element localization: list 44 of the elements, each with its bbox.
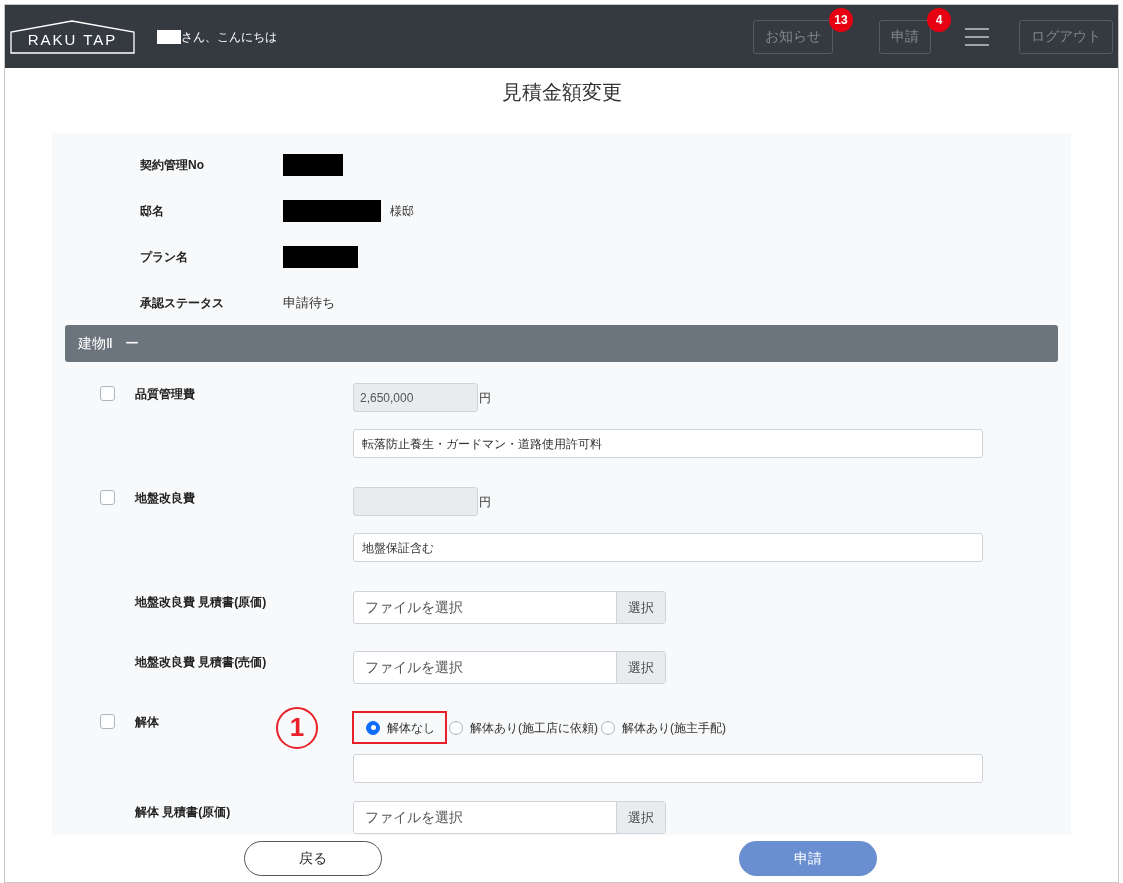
radio-option[interactable]: 解体あり(施主手配): [600, 711, 727, 744]
field-label: 解体: [135, 714, 159, 731]
file-field[interactable]: ファイルを選択 選択: [353, 591, 666, 624]
status-text: 申請待ち: [283, 294, 335, 313]
redacted-block: [283, 154, 343, 176]
menu-icon[interactable]: [965, 27, 989, 46]
note-field[interactable]: [353, 754, 983, 783]
annotation-marker: 1: [276, 706, 318, 749]
greeting-text: さん、こんにちは: [181, 28, 277, 46]
radio-option[interactable]: 解体あり(施工店に依頼): [448, 711, 599, 744]
collapse-toggle[interactable]: ー: [125, 333, 139, 354]
section-header[interactable]: 建物Ⅱ ー: [65, 325, 1058, 362]
unit-text: 円: [479, 389, 491, 407]
unit-text: 円: [479, 493, 491, 511]
browse-button[interactable]: 選択: [616, 652, 665, 683]
field-label: プラン名: [140, 249, 189, 266]
back-button[interactable]: 戻る: [244, 841, 382, 876]
page-title: 見積金額変更: [501, 80, 622, 105]
field-label: 承認ステータス: [140, 295, 225, 312]
field-label: 解体 見積書(原価): [135, 804, 231, 821]
field-label: 地盤改良費 見積書(売価): [135, 654, 267, 671]
file-field[interactable]: ファイルを選択 選択: [353, 801, 666, 834]
checkbox[interactable]: [100, 386, 115, 401]
field-label: 地盤改良費 見積書(原価): [135, 594, 267, 611]
field-label: 地盤改良費: [135, 490, 195, 507]
note-field[interactable]: 転落防止養生・ガードマン・道路使用許可料: [353, 429, 983, 458]
suffix-text: 様邸: [390, 203, 414, 220]
logo[interactable]: RAKU TAP: [10, 19, 135, 54]
field-label: 契約管理No: [140, 157, 205, 174]
amount-field[interactable]: 2,650,000: [353, 383, 478, 412]
checkbox[interactable]: [100, 490, 115, 505]
count-badge: 4: [927, 7, 951, 32]
section-title: 建物Ⅱ: [78, 334, 113, 353]
radio-option[interactable]: 解体なし: [352, 711, 447, 744]
redacted-block: [157, 29, 181, 44]
browse-button[interactable]: 選択: [616, 802, 665, 833]
field-label: 邸名: [140, 203, 165, 220]
count-badge: 13: [829, 7, 853, 32]
amount-field[interactable]: [353, 487, 478, 516]
note-field[interactable]: 地盤保証含む: [353, 533, 983, 562]
browse-button[interactable]: 選択: [616, 592, 665, 623]
checkbox[interactable]: [100, 714, 115, 729]
file-field[interactable]: ファイルを選択 選択: [353, 651, 666, 684]
field-label: 品質管理費: [135, 386, 195, 403]
